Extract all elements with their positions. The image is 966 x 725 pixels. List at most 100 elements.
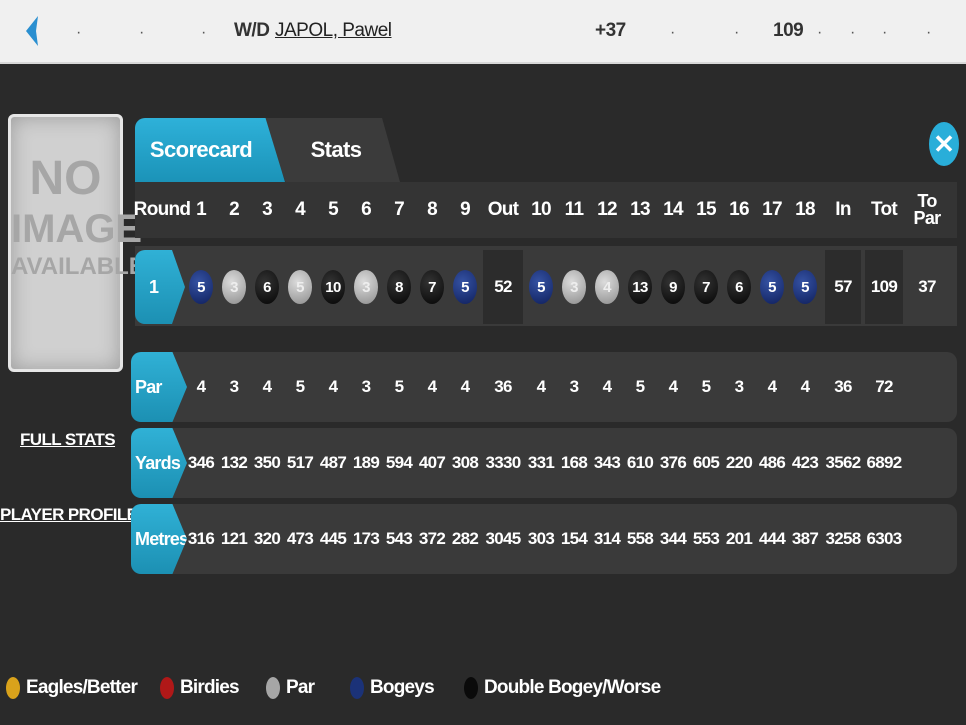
yards-value: 350 — [253, 453, 281, 472]
header-hole-3: 3 — [262, 199, 273, 220]
hole-score-double: 6 — [727, 270, 751, 304]
metres-value: 344 — [659, 529, 687, 548]
dot-separator: · — [201, 24, 207, 41]
metres-value: 473 — [286, 529, 314, 548]
yards-value: 346 — [187, 453, 215, 472]
hole-score-double: 7 — [420, 270, 444, 304]
yards-value: 407 — [418, 453, 446, 472]
yards-value: 189 — [352, 453, 380, 472]
no-image-text: IMAGE — [11, 207, 143, 251]
hole-score-bogey: 5 — [189, 270, 213, 304]
par-value: 4 — [196, 377, 206, 396]
header-hole-18: 18 — [795, 199, 815, 220]
yards-value: 605 — [692, 453, 720, 472]
legend-label: Bogeys — [370, 677, 435, 698]
tab-scorecard[interactable]: Scorecard — [135, 118, 285, 182]
close-icon[interactable]: ✕ — [929, 122, 959, 166]
metres-value: 320 — [253, 529, 281, 548]
full-stats-link[interactable]: FULL STATS — [20, 430, 116, 450]
back-arrow-icon[interactable] — [24, 14, 40, 48]
yards-value: 168 — [560, 453, 588, 472]
header-hole-5: 5 — [328, 199, 339, 220]
header-hole-to-par: To Par — [913, 190, 942, 228]
metres-value: 154 — [560, 529, 588, 548]
out-total: 52 — [483, 250, 523, 324]
yards-value: 487 — [319, 453, 347, 472]
header-hole-out: Out — [487, 199, 519, 220]
dot-separator: · — [734, 24, 740, 41]
par-value: 4 — [800, 377, 810, 396]
tab-stats[interactable]: Stats — [262, 118, 400, 182]
metres-value: 387 — [791, 529, 819, 548]
metres-value: 3258 — [825, 529, 861, 548]
hole-score-par: 3 — [354, 270, 378, 304]
yards-value: 486 — [758, 453, 786, 472]
par-value: 3 — [229, 377, 239, 396]
par-value: 3 — [569, 377, 579, 396]
legend-item: Birdies — [160, 668, 240, 708]
par-value: 4 — [460, 377, 470, 396]
header-hole-11: 11 — [564, 199, 584, 220]
round-total: 109 — [865, 250, 903, 324]
yards-value: 594 — [385, 453, 413, 472]
header-hole-8: 8 — [427, 199, 438, 220]
header-hole-7: 7 — [394, 199, 405, 220]
dot-separator: · — [76, 24, 82, 41]
metres-value: 3045 — [485, 529, 521, 548]
metres-value: 543 — [385, 529, 413, 548]
metres-value: 6303 — [866, 529, 902, 548]
metres-value: 303 — [527, 529, 555, 548]
par-value: 36 — [834, 377, 852, 396]
legend-label: Birdies — [180, 677, 240, 698]
yards-value: 610 — [626, 453, 654, 472]
dot-separator: · — [817, 24, 823, 41]
in-total: 57 — [825, 250, 861, 324]
dot-separator: · — [670, 24, 676, 41]
par-value: 5 — [394, 377, 404, 396]
par-value: 4 — [602, 377, 612, 396]
par-value: 5 — [295, 377, 305, 396]
header-hole-14: 14 — [663, 199, 683, 220]
legend-label: Par — [286, 677, 315, 698]
top-bar: · · · W/D JAPOL, Pawel +37 · · 109 · · ·… — [0, 0, 966, 64]
par-value: 4 — [427, 377, 437, 396]
hole-score-bogey: 5 — [760, 270, 784, 304]
yards-value: 376 — [659, 453, 687, 472]
hole-score-double: 9 — [661, 270, 685, 304]
yards-value: 331 — [527, 453, 555, 472]
yards-value: 220 — [725, 453, 753, 472]
hole-score-par: 3 — [562, 270, 586, 304]
header-hole-17: 17 — [762, 199, 782, 220]
metres-value: 444 — [758, 529, 786, 548]
hole-score-double: 7 — [694, 270, 718, 304]
to-par-value: +37 — [595, 20, 626, 41]
par-value: 3 — [734, 377, 744, 396]
header-hole-12: 12 — [597, 199, 617, 220]
par-value: 4 — [262, 377, 272, 396]
yards-value: 343 — [593, 453, 621, 472]
hole-score-double: 13 — [628, 270, 652, 304]
hole-score-double: 10 — [321, 270, 345, 304]
yards-value: 308 — [451, 453, 479, 472]
hole-score-par: 4 — [595, 270, 619, 304]
metres-value: 558 — [626, 529, 654, 548]
par-value: 4 — [767, 377, 777, 396]
header-hole-4: 4 — [295, 199, 306, 220]
player-name-link[interactable]: JAPOL, Pawel — [275, 20, 392, 42]
metres-value: 201 — [725, 529, 753, 548]
metres-value: 314 — [593, 529, 621, 548]
yards-value: 3330 — [485, 453, 521, 472]
no-image-text: NO — [29, 152, 102, 205]
legend-swatch-icon — [266, 677, 280, 699]
no-image-text: AVAILABLE — [11, 253, 145, 280]
par-value: 72 — [875, 377, 893, 396]
par-value: 36 — [494, 377, 512, 396]
player-profile-link[interactable]: PLAYER PROFILE — [0, 505, 138, 525]
hole-score-par: 3 — [222, 270, 246, 304]
header-hole-2: 2 — [229, 199, 240, 220]
header-hole-in: In — [835, 199, 851, 220]
metres-value: 445 — [319, 529, 347, 548]
par-value: 4 — [536, 377, 546, 396]
par-value: 4 — [668, 377, 678, 396]
header-hole-10: 10 — [531, 199, 551, 220]
